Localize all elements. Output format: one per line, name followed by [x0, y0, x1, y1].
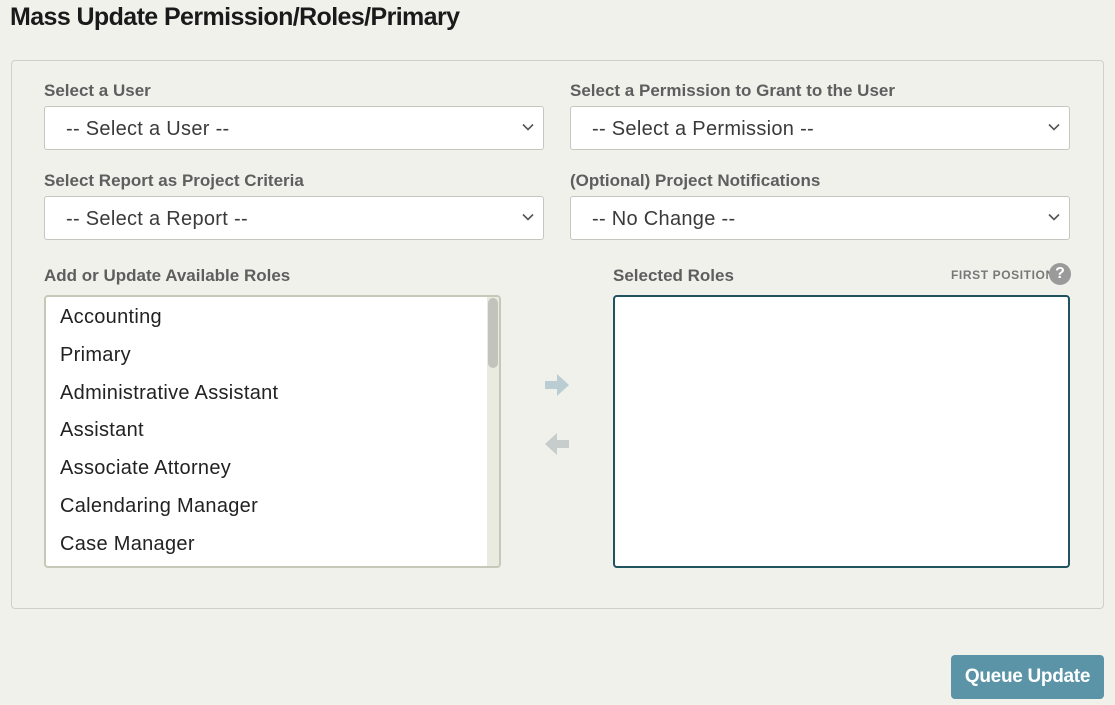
chevron-down-icon	[522, 123, 534, 131]
report-select[interactable]: -- Select a Report --	[44, 196, 544, 240]
page-title: Mass Update Permission/Roles/Primary	[10, 3, 460, 31]
list-item[interactable]: Accounting	[60, 306, 162, 329]
list-item[interactable]: Case Manager	[60, 533, 195, 556]
selected-roles-label: Selected Roles	[613, 266, 734, 285]
report-select-label: Select Report as Project Criteria	[44, 171, 304, 190]
report-select-value: -- Select a Report --	[66, 208, 248, 230]
roles-scrollbar-thumb[interactable]	[488, 298, 498, 368]
list-item[interactable]: Assistant	[60, 419, 144, 442]
user-select-label: Select a User	[44, 81, 151, 100]
arrow-right-icon[interactable]	[542, 370, 572, 400]
mass-update-page: Mass Update Permission/Roles/Primary Sel…	[0, 0, 1115, 705]
notifications-select-label: (Optional) Project Notifications	[570, 171, 821, 190]
question-circle-icon[interactable]: ?	[1049, 263, 1071, 285]
notifications-select[interactable]: -- No Change --	[570, 196, 1070, 240]
arrow-left-icon[interactable]	[542, 429, 572, 459]
notifications-select-value: -- No Change --	[592, 208, 736, 230]
queue-update-button[interactable]: Queue Update	[951, 655, 1104, 699]
user-select-value: -- Select a User --	[66, 118, 230, 140]
user-select[interactable]: -- Select a User --	[44, 106, 544, 150]
available-roles-label: Add or Update Available Roles	[44, 266, 291, 285]
list-item[interactable]: Administrative Assistant	[60, 382, 278, 405]
first-position-label: FIRST POSITION	[951, 268, 1055, 282]
roles-scrollbar[interactable]	[487, 297, 499, 566]
list-item[interactable]: Associate Attorney	[60, 457, 231, 480]
permission-select[interactable]: -- Select a Permission --	[570, 106, 1070, 150]
chevron-down-icon	[1048, 213, 1060, 221]
list-item[interactable]: Primary	[60, 344, 131, 367]
permission-select-label: Select a Permission to Grant to the User	[570, 81, 895, 100]
chevron-down-icon	[522, 213, 534, 221]
available-roles-list[interactable]: Accounting Primary Administrative Assist…	[44, 295, 501, 568]
selected-roles-list[interactable]	[613, 295, 1070, 568]
list-item[interactable]: Calendaring Manager	[60, 495, 258, 518]
chevron-down-icon	[1048, 123, 1060, 131]
permission-select-value: -- Select a Permission --	[592, 118, 814, 140]
